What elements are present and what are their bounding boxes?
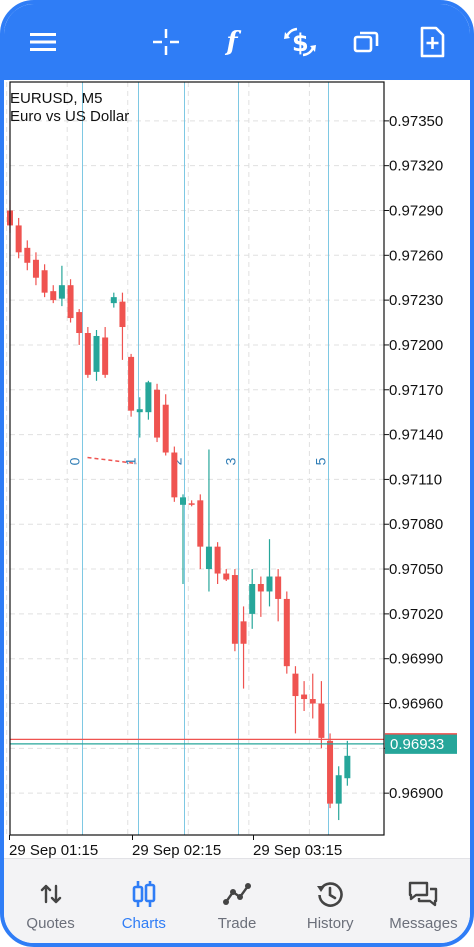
candle-body (223, 573, 230, 580)
y-tick-label: 0.97020 (389, 606, 443, 623)
current-price-label: 0.96933 (390, 736, 444, 753)
candle-body (249, 584, 256, 614)
symbol-info: EURUSD, M5 Euro vs US Dollar (10, 90, 129, 126)
candle-body (275, 576, 282, 599)
nav-label-trade: Trade (217, 915, 257, 932)
candle-body (188, 503, 195, 505)
candle-body (93, 335, 100, 372)
candle-body (214, 546, 221, 574)
history-clock-icon (316, 879, 344, 909)
nav-item-messages[interactable]: Messages (377, 859, 470, 943)
candle-body (344, 755, 351, 779)
symbol-name: EURUSD, M5 (10, 90, 103, 107)
candle-body (102, 337, 109, 375)
nav-item-charts[interactable]: Charts (97, 859, 190, 943)
y-tick-label: 0.96900 (389, 785, 443, 802)
candle-body (128, 356, 135, 411)
x-tick-label: 29 Sep 01:15 (9, 842, 98, 858)
add-document-icon[interactable] (414, 24, 450, 60)
vertical-line-label-5: 5 (313, 457, 329, 465)
y-tick-label: 0.97230 (389, 292, 443, 309)
candlestick-chart[interactable]: 0.97350 0.97320 0.97290 0.97260 0.97230 0.972… (4, 80, 470, 858)
candle-body (301, 694, 308, 700)
dollar-exchange-icon[interactable]: $ (282, 24, 318, 60)
candle-body (171, 452, 178, 498)
x-tick-label: 29 Sep 02:15 (132, 842, 221, 858)
candle-body (145, 382, 152, 413)
y-tick-label: 0.96990 (389, 651, 443, 668)
function-button[interactable]: f (214, 24, 250, 60)
candle-body (283, 598, 290, 667)
y-tick-label: 0.97050 (389, 561, 443, 578)
phone-frame: f $ 0.97350 0.97320 0.97290 0.97260 0.97230 0… (0, 0, 474, 947)
candle-body (110, 297, 117, 304)
nav-label-history: History (306, 915, 354, 932)
candle-body (76, 312, 83, 333)
crosshair-icon[interactable] (148, 24, 184, 60)
candle-body (180, 497, 186, 505)
y-tick-label: 0.97260 (389, 247, 443, 264)
candle-body (32, 259, 39, 278)
candle-body (292, 673, 299, 697)
candle-body (24, 247, 31, 263)
candle-body (58, 285, 65, 299)
candle-body (197, 500, 204, 547)
candle-body (50, 291, 57, 301)
candle-body (84, 333, 91, 375)
charts-candles-icon (131, 879, 157, 909)
function-icon: f (226, 27, 238, 57)
top-toolbar: f $ (4, 4, 470, 80)
nav-label-messages: Messages (389, 915, 458, 932)
y-tick-label: 0.97170 (389, 382, 443, 399)
y-tick-label: 0.97110 (389, 471, 442, 488)
windows-icon[interactable] (348, 24, 384, 60)
candle-body (162, 404, 169, 453)
vertical-line-label-0: 0 (67, 457, 83, 465)
messages-bubbles-icon (407, 879, 439, 909)
svg-text:$: $ (292, 29, 309, 57)
candle-body (309, 699, 316, 704)
nav-label-quotes: Quotes (26, 915, 75, 932)
candle-body (136, 409, 143, 413)
candle-body (257, 584, 264, 592)
candle-body (205, 546, 212, 570)
candle-body (318, 703, 325, 738)
candle-body (154, 389, 161, 438)
x-tick-label: 29 Sep 03:15 (253, 842, 342, 858)
candle-body (41, 270, 48, 293)
quotes-arrows-icon (39, 879, 63, 909)
nav-item-quotes[interactable]: Quotes (4, 859, 97, 943)
y-tick-label: 0.97200 (389, 337, 443, 354)
candle-body (119, 301, 126, 328)
candle-body (266, 576, 273, 592)
nav-item-history[interactable]: History (284, 859, 377, 943)
candle-body (240, 621, 247, 644)
symbol-description: Euro vs US Dollar (10, 108, 130, 125)
candle-body (335, 775, 342, 804)
chart-area[interactable]: 0.97350 0.97320 0.97290 0.97260 0.97230 0.972… (4, 80, 470, 858)
nav-label-charts: Charts (121, 915, 166, 932)
nav-item-trade[interactable]: Trade (190, 859, 283, 943)
trade-line-icon (223, 879, 251, 909)
candle-body (67, 285, 74, 319)
candle-body (15, 225, 22, 253)
candle-body (231, 575, 238, 644)
y-tick-label: 0.97140 (389, 427, 443, 444)
y-tick-label: 0.97290 (389, 202, 443, 219)
y-tick-label: 0.97350 (389, 113, 443, 130)
y-tick-label: 0.96960 (389, 696, 443, 713)
candle-body (327, 740, 334, 804)
y-tick-label: 0.97320 (389, 158, 443, 175)
hamburger-menu-icon[interactable] (25, 24, 61, 60)
vertical-line-label-3: 3 (223, 457, 239, 465)
y-tick-label: 0.97080 (389, 516, 443, 533)
bottom-navigation: Quotes Charts Trade History Messages (4, 858, 470, 943)
